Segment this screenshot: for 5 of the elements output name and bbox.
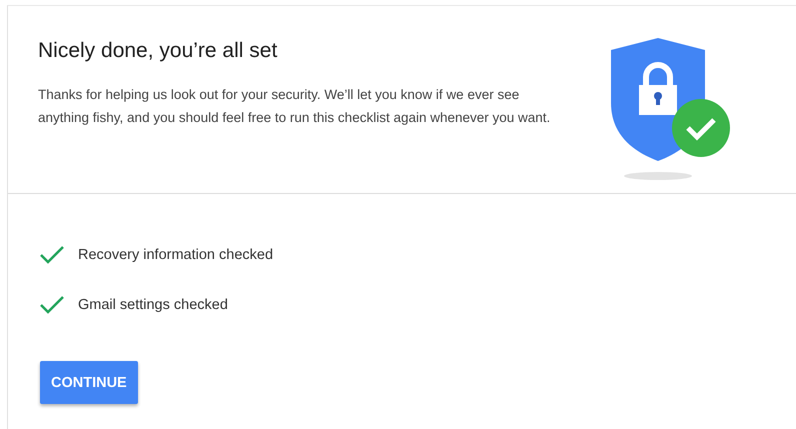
checklist-item-text: Recovery information checked bbox=[78, 247, 274, 263]
description-text: Thanks for helping us look out for your security. We’ll let you know if we ever see anything fishy, and you should feel free to run this checklist again whenever you want. bbox=[38, 86, 552, 127]
card-title: Nicely done, you’re all set bbox=[38, 39, 278, 63]
checklist-item-text: Gmail settings checked bbox=[78, 297, 228, 313]
continue-button[interactable]: CONTINUE bbox=[40, 361, 138, 404]
